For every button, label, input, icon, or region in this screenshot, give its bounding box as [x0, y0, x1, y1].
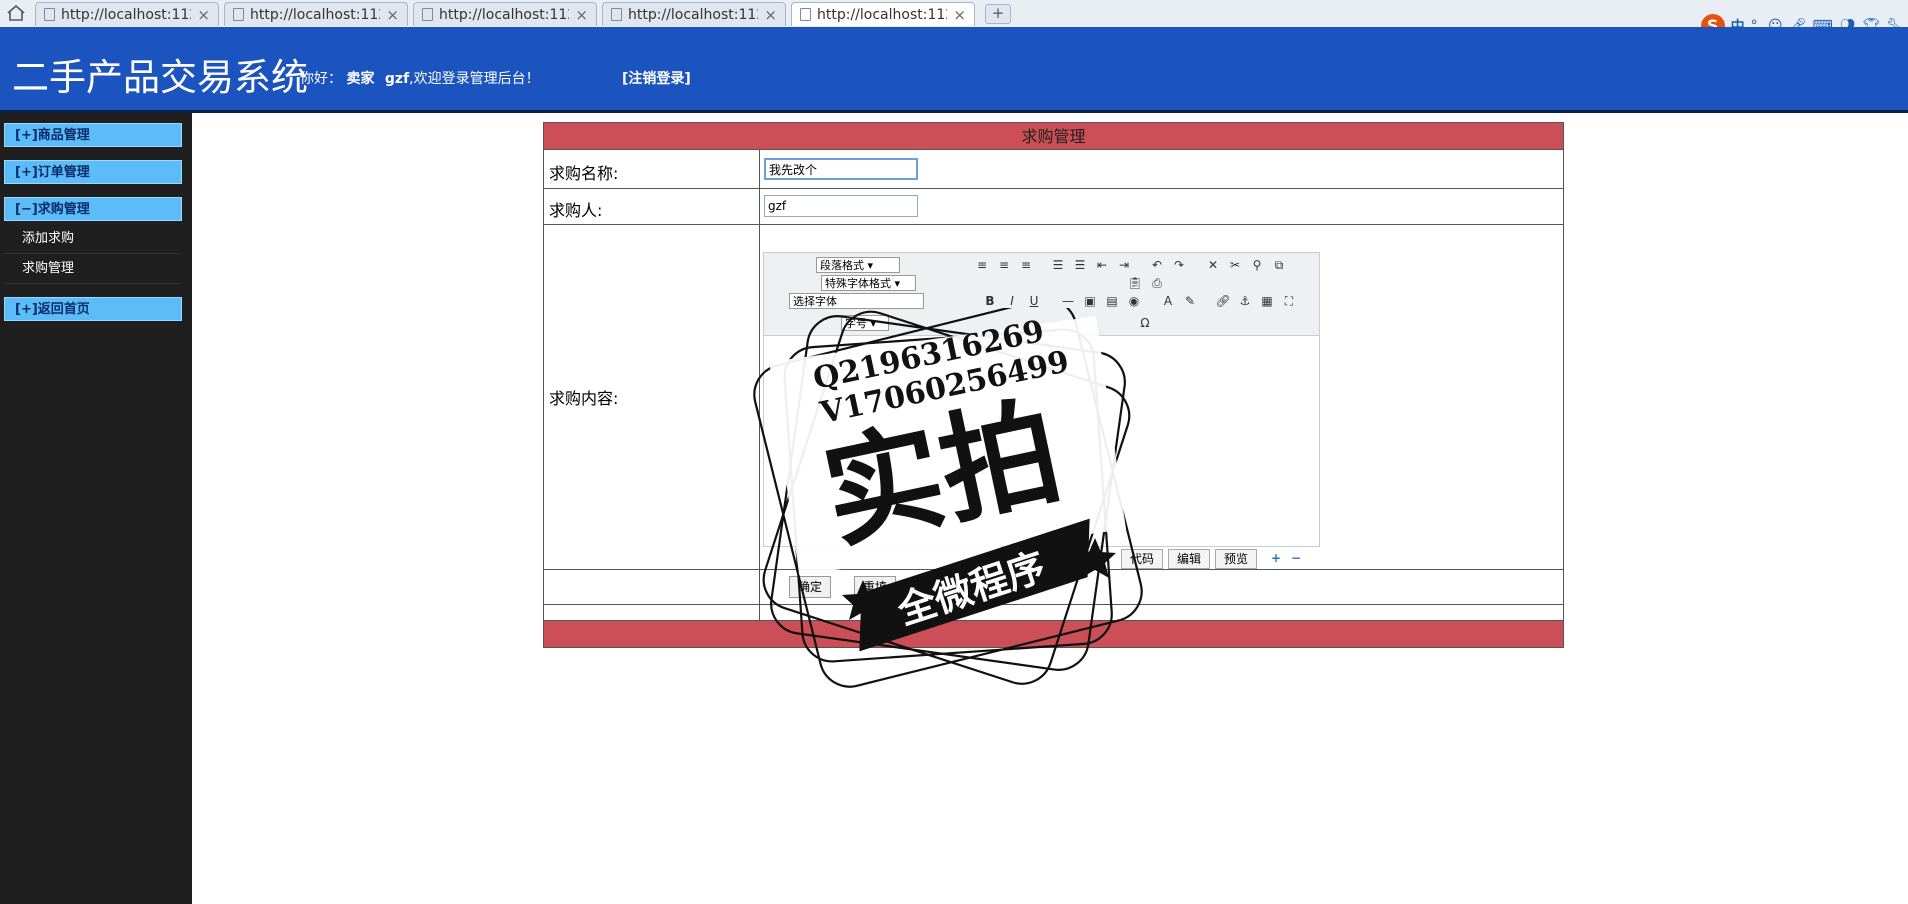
browser-tab[interactable]: http://localhost:11283/ ×	[224, 2, 408, 26]
find-icon[interactable]: ⚲	[1249, 257, 1265, 273]
user-role: 卖家	[346, 71, 375, 87]
anchor-icon[interactable]: ⚓	[1237, 293, 1253, 309]
special-font-label: 特殊字体格式	[825, 277, 891, 290]
horizontal-rule-icon[interactable]: —	[1060, 293, 1076, 309]
menu-purchase-request-management[interactable]: [−]求购管理	[4, 197, 182, 221]
watermark-stamp: Q2196316269 V17060256499 实拍 全微程序	[743, 298, 1168, 688]
paragraph-format-label: 段落格式	[820, 259, 864, 272]
flash-icon[interactable]: ▤	[1104, 293, 1120, 309]
close-icon[interactable]: ×	[764, 6, 777, 24]
fullscreen-icon[interactable]: ⛶	[1281, 293, 1297, 309]
person-row: 求购人:	[544, 189, 1563, 225]
menu-product-management[interactable]: [+]商品管理	[4, 123, 182, 147]
greeting-prefix: 你好：	[300, 71, 342, 87]
site-title: 二手产品交易系统	[12, 56, 308, 99]
form-caption: 求购管理	[544, 123, 1563, 150]
greeting-text: 你好： 卖家 gzf,欢迎登录管理后台！	[300, 68, 540, 88]
outdent-icon[interactable]: ⇤	[1094, 257, 1110, 273]
print-icon[interactable]: ⎙	[1149, 275, 1165, 291]
cut-icon[interactable]: ✂	[1227, 257, 1243, 273]
align-center-icon[interactable]: ≡	[996, 257, 1012, 273]
request-name-input[interactable]	[764, 158, 918, 180]
italic-button[interactable]: I	[1004, 293, 1020, 309]
greeting-suffix: ,欢迎登录管理后台！	[409, 71, 540, 87]
image-icon[interactable]: ▣	[1082, 293, 1098, 309]
tab-edit[interactable]: 编辑	[1168, 549, 1210, 569]
sidebar: [+]商品管理 [+]订单管理 [−]求购管理 添加求购 求购管理 [+]返回首…	[0, 113, 192, 904]
align-right-icon[interactable]: ≡	[1018, 257, 1034, 273]
tab-label: http://localhost:11283/	[439, 6, 569, 23]
tab-label: http://localhost:11283/	[817, 6, 947, 23]
menu-order-management[interactable]: [+]订单管理	[4, 160, 182, 184]
browser-tab-bar: http://localhost:11283/ × http://localho…	[0, 0, 1908, 28]
browser-tab[interactable]: http://localhost:11283/ ×	[35, 2, 219, 26]
name-row: 求购名称:	[544, 150, 1563, 189]
link-icon[interactable]: 🔗︎	[1215, 293, 1231, 309]
sidebar-item-add-request[interactable]: 添加求购	[4, 224, 182, 254]
close-icon[interactable]: ×	[386, 6, 399, 24]
media-icon[interactable]: ◉	[1126, 293, 1142, 309]
person-label: 求购人:	[549, 201, 603, 220]
bullet-list-icon[interactable]: ☰	[1050, 257, 1066, 273]
align-left-icon[interactable]: ≡	[974, 257, 990, 273]
redo-icon[interactable]: ↷	[1171, 257, 1187, 273]
undo-icon[interactable]: ↶	[1149, 257, 1165, 273]
copy-icon[interactable]: ⧉	[1271, 257, 1287, 273]
tab-preview[interactable]: 预览	[1215, 549, 1257, 569]
tab-label: http://localhost:11283/	[628, 6, 758, 23]
font-color-icon[interactable]: A	[1160, 293, 1176, 309]
indent-icon[interactable]: ⇥	[1116, 257, 1132, 273]
username: gzf	[384, 71, 410, 87]
logout-link[interactable]: [注销登录]	[622, 68, 691, 88]
site-header: 二手产品交易系统 你好： 卖家 gzf,欢迎登录管理后台！ [注销登录]	[0, 27, 1908, 113]
page-icon	[44, 8, 55, 21]
table-icon[interactable]: ▦	[1259, 293, 1275, 309]
shrink-icon[interactable]: −	[1288, 550, 1304, 566]
paragraph-format-select[interactable]: 段落格式 ▾	[816, 257, 900, 273]
expand-icon[interactable]: +	[1268, 550, 1284, 566]
page-icon	[611, 8, 622, 21]
close-icon[interactable]: ×	[575, 6, 588, 24]
browser-tab-active[interactable]: http://localhost:11283/ ×	[791, 2, 975, 26]
page-icon	[800, 8, 811, 21]
close-icon[interactable]: ×	[953, 6, 966, 24]
delete-icon[interactable]: ✕	[1205, 257, 1221, 273]
sidebar-item-request-management[interactable]: 求购管理	[4, 254, 182, 284]
font-family-select[interactable]: 选择字体	[789, 293, 924, 309]
underline-button[interactable]: U	[1026, 293, 1042, 309]
page-icon	[422, 8, 433, 21]
close-icon[interactable]: ×	[197, 6, 210, 24]
home-icon[interactable]	[6, 4, 26, 22]
tab-label: http://localhost:11283/	[61, 6, 191, 23]
new-tab-button[interactable]: +	[985, 4, 1011, 24]
bold-button[interactable]: B	[982, 293, 998, 309]
special-font-select[interactable]: 特殊字体格式 ▾	[821, 275, 916, 291]
browser-tab[interactable]: http://localhost:11283/ ×	[602, 2, 786, 26]
highlight-icon[interactable]: ✎	[1182, 293, 1198, 309]
number-list-icon[interactable]: ☰	[1072, 257, 1088, 273]
menu-back-home[interactable]: [+]返回首页	[4, 297, 182, 321]
font-family-label: 选择字体	[793, 295, 837, 308]
name-label: 求购名称:	[549, 164, 619, 183]
browser-tab[interactable]: http://localhost:11283/ ×	[413, 2, 597, 26]
requester-input[interactable]	[764, 195, 918, 217]
page-icon	[233, 8, 244, 21]
watermark-graphic: Q2196316269 V17060256499 实拍 全微程序	[753, 298, 1143, 688]
tab-label: http://localhost:11283/	[250, 6, 380, 23]
paste-icon[interactable]: 📋︎	[1127, 275, 1143, 291]
content-label: 求购内容:	[549, 389, 619, 408]
